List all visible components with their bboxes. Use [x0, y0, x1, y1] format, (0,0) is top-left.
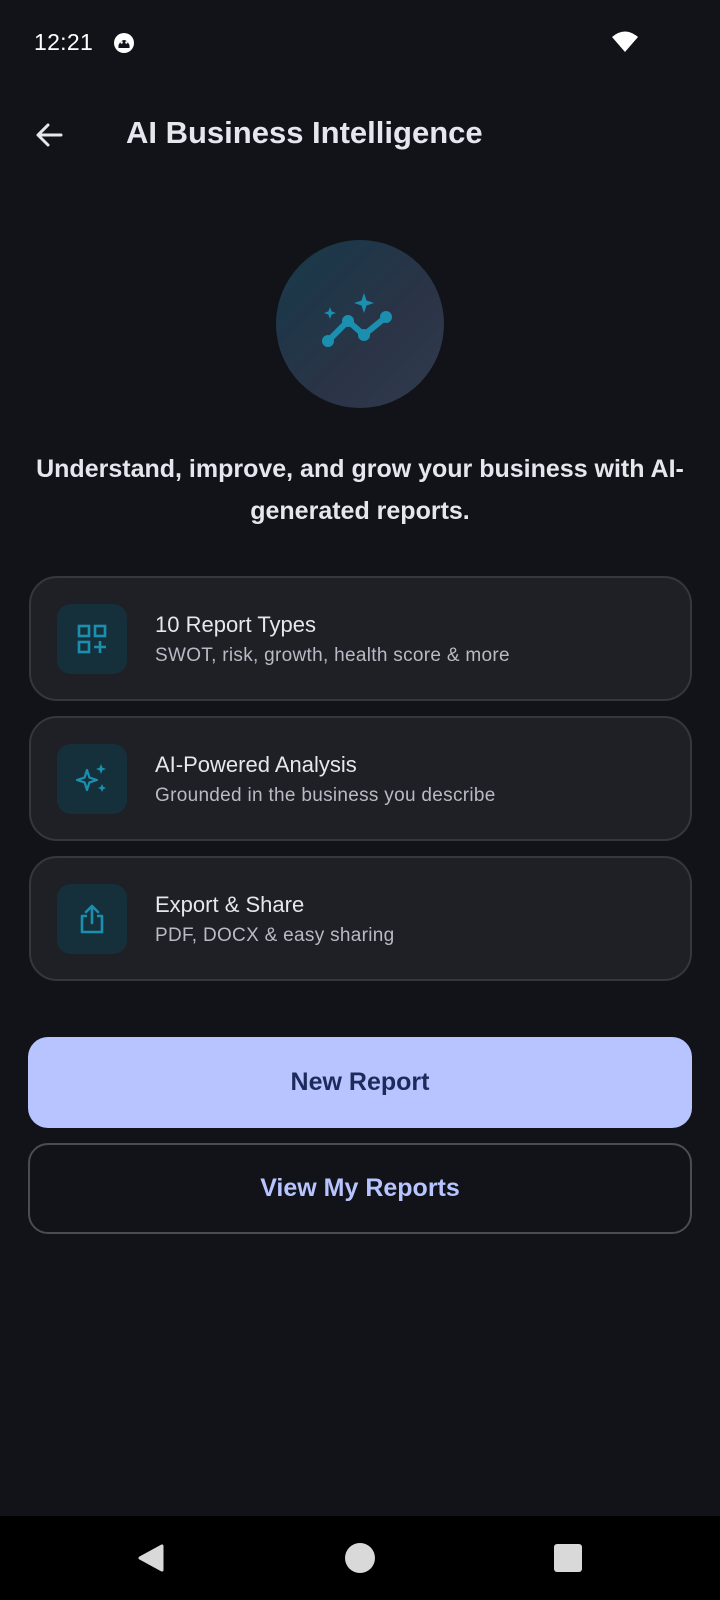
status-bar: 12:21: [0, 0, 720, 88]
feature-subtitle: PDF, DOCX & easy sharing: [155, 925, 395, 946]
feature-icon-box: [57, 744, 127, 814]
tagline: Understand, improve, and grow your busin…: [36, 455, 684, 525]
sparkle-trend-icon: [322, 293, 392, 347]
nav-recents-button[interactable]: [543, 1533, 593, 1583]
arrow-back-icon: [36, 123, 63, 147]
feature-title: 10 Report Types: [155, 612, 317, 637]
nav-recents-icon: [554, 1544, 582, 1572]
feature-card-ai-analysis: AI-Powered Analysis Grounded in the busi…: [29, 716, 692, 841]
page-title: AI Business Intelligence: [126, 115, 483, 150]
feature-title: AI-Powered Analysis: [155, 752, 357, 777]
hero-badge: [276, 240, 444, 408]
status-time: 12:21: [34, 29, 94, 55]
system-nav-bar: [0, 1516, 720, 1600]
sparkles-icon: [75, 764, 106, 792]
nav-back-icon: [138, 1544, 164, 1572]
feature-icon-box: [57, 604, 127, 674]
app-bar: AI Business Intelligence: [0, 88, 720, 182]
feature-icon-box: [57, 884, 127, 954]
feature-subtitle: Grounded in the business you describe: [155, 785, 496, 806]
view-my-reports-button[interactable]: View My Reports: [28, 1143, 692, 1234]
back-button[interactable]: [24, 110, 74, 160]
nav-back-button[interactable]: [126, 1533, 176, 1583]
screen: 12:21 AI Business Intelligence Understan…: [0, 0, 720, 1600]
feature-subtitle: SWOT, risk, growth, health score & more: [155, 645, 510, 666]
wifi-icon: [611, 30, 639, 54]
feature-card-report-types: 10 Report Types SWOT, risk, growth, heal…: [29, 576, 692, 701]
nav-home-button[interactable]: [335, 1533, 385, 1583]
android-debug-icon: [112, 31, 136, 55]
nav-home-icon: [345, 1543, 375, 1573]
feature-card-export-share: Export & Share PDF, DOCX & easy sharing: [29, 856, 692, 981]
new-report-button[interactable]: New Report: [28, 1037, 692, 1128]
feature-title: Export & Share: [155, 892, 305, 917]
grid-add-icon: [77, 624, 107, 654]
share-upload-icon: [80, 904, 104, 934]
